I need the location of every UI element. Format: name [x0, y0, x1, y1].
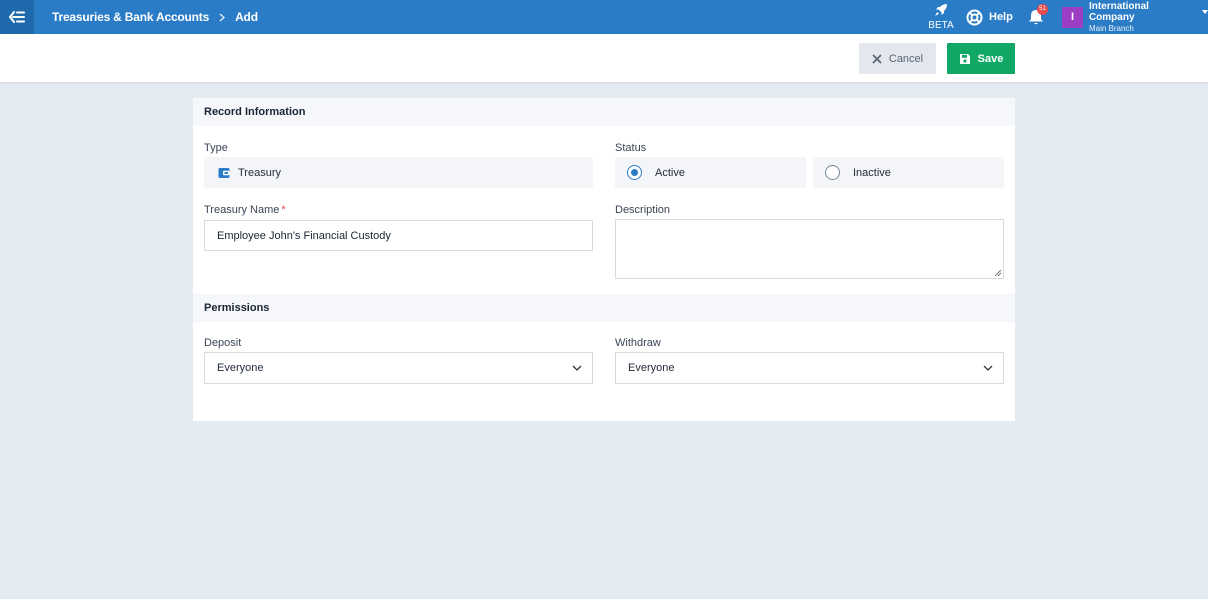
deposit-label: Deposit [204, 337, 242, 349]
sidebar-toggle-button[interactable] [0, 0, 34, 34]
save-label: Save [977, 52, 1004, 65]
radio-unchecked-icon [825, 165, 840, 180]
wallet-icon [218, 167, 230, 178]
top-navbar: Treasuries & Bank Accounts Add BETA Help [0, 0, 1208, 34]
cancel-button[interactable]: Cancel [859, 43, 936, 74]
breadcrumb-current: Add [235, 10, 258, 24]
chevron-right-icon [219, 12, 226, 22]
help-label: Help [989, 11, 1013, 23]
beta-button[interactable]: BETA [927, 3, 955, 31]
lifebuoy-icon [966, 9, 983, 25]
description-label: Description [615, 204, 671, 216]
action-bar: Cancel Save [0, 34, 1208, 82]
breadcrumb: Treasuries & Bank Accounts Add [52, 0, 258, 34]
type-value: Treasury [238, 166, 281, 179]
rocket-icon [935, 4, 947, 16]
status-inactive-label: Inactive [853, 166, 891, 179]
treasury-name-label-text: Treasury Name [204, 204, 280, 216]
type-label: Type [204, 142, 228, 154]
status-active-option[interactable]: Active [615, 157, 806, 188]
withdraw-label: Withdraw [615, 337, 661, 349]
status-inactive-option[interactable]: Inactive [813, 157, 1004, 188]
company-switcher[interactable]: I International Company Main Branch [1062, 1, 1208, 33]
required-mark: * [281, 204, 286, 216]
caret-down-icon [1202, 9, 1208, 14]
branch-name: Main Branch [1088, 23, 1134, 33]
deposit-value: Everyone [217, 362, 264, 374]
treasury-name-input[interactable]: Employee John's Financial Custody [204, 220, 593, 251]
resize-grip-icon[interactable] [995, 270, 1001, 276]
status-label: Status [615, 142, 647, 154]
permissions-header: Permissions [193, 294, 1015, 322]
floppy-disk-icon [959, 53, 970, 64]
company-name: International Company [1088, 0, 1149, 23]
treasury-name-value: Employee John's Financial Custody [217, 229, 391, 242]
deposit-select[interactable]: Everyone [204, 352, 593, 384]
menu-collapse-icon [9, 11, 25, 23]
treasury-name-label: Treasury Name * [204, 204, 286, 216]
notifications-button[interactable]: 51 [1027, 4, 1049, 28]
breadcrumb-treasuries-link[interactable]: Treasuries & Bank Accounts [52, 10, 209, 24]
chevron-down-icon [983, 365, 993, 371]
company-avatar: I [1062, 6, 1083, 28]
description-textarea[interactable] [615, 219, 1004, 279]
help-button[interactable]: Help [966, 0, 1013, 34]
withdraw-select[interactable]: Everyone [615, 352, 1004, 384]
close-icon [872, 54, 882, 63]
notification-count-badge: 51 [1037, 4, 1048, 15]
type-field: Treasury [204, 157, 593, 188]
record-information-header: Record Information [193, 98, 1015, 126]
form-card: Record Information Type Treasury Status … [193, 98, 1015, 421]
company-names: International Company Main Branch [1089, 1, 1208, 34]
status-active-label: Active [655, 166, 685, 179]
withdraw-value: Everyone [628, 362, 675, 374]
cancel-label: Cancel [888, 52, 924, 65]
chevron-down-icon [572, 365, 582, 371]
beta-label: BETA [928, 20, 954, 31]
radio-checked-icon [627, 165, 642, 180]
save-button[interactable]: Save [947, 43, 1015, 74]
